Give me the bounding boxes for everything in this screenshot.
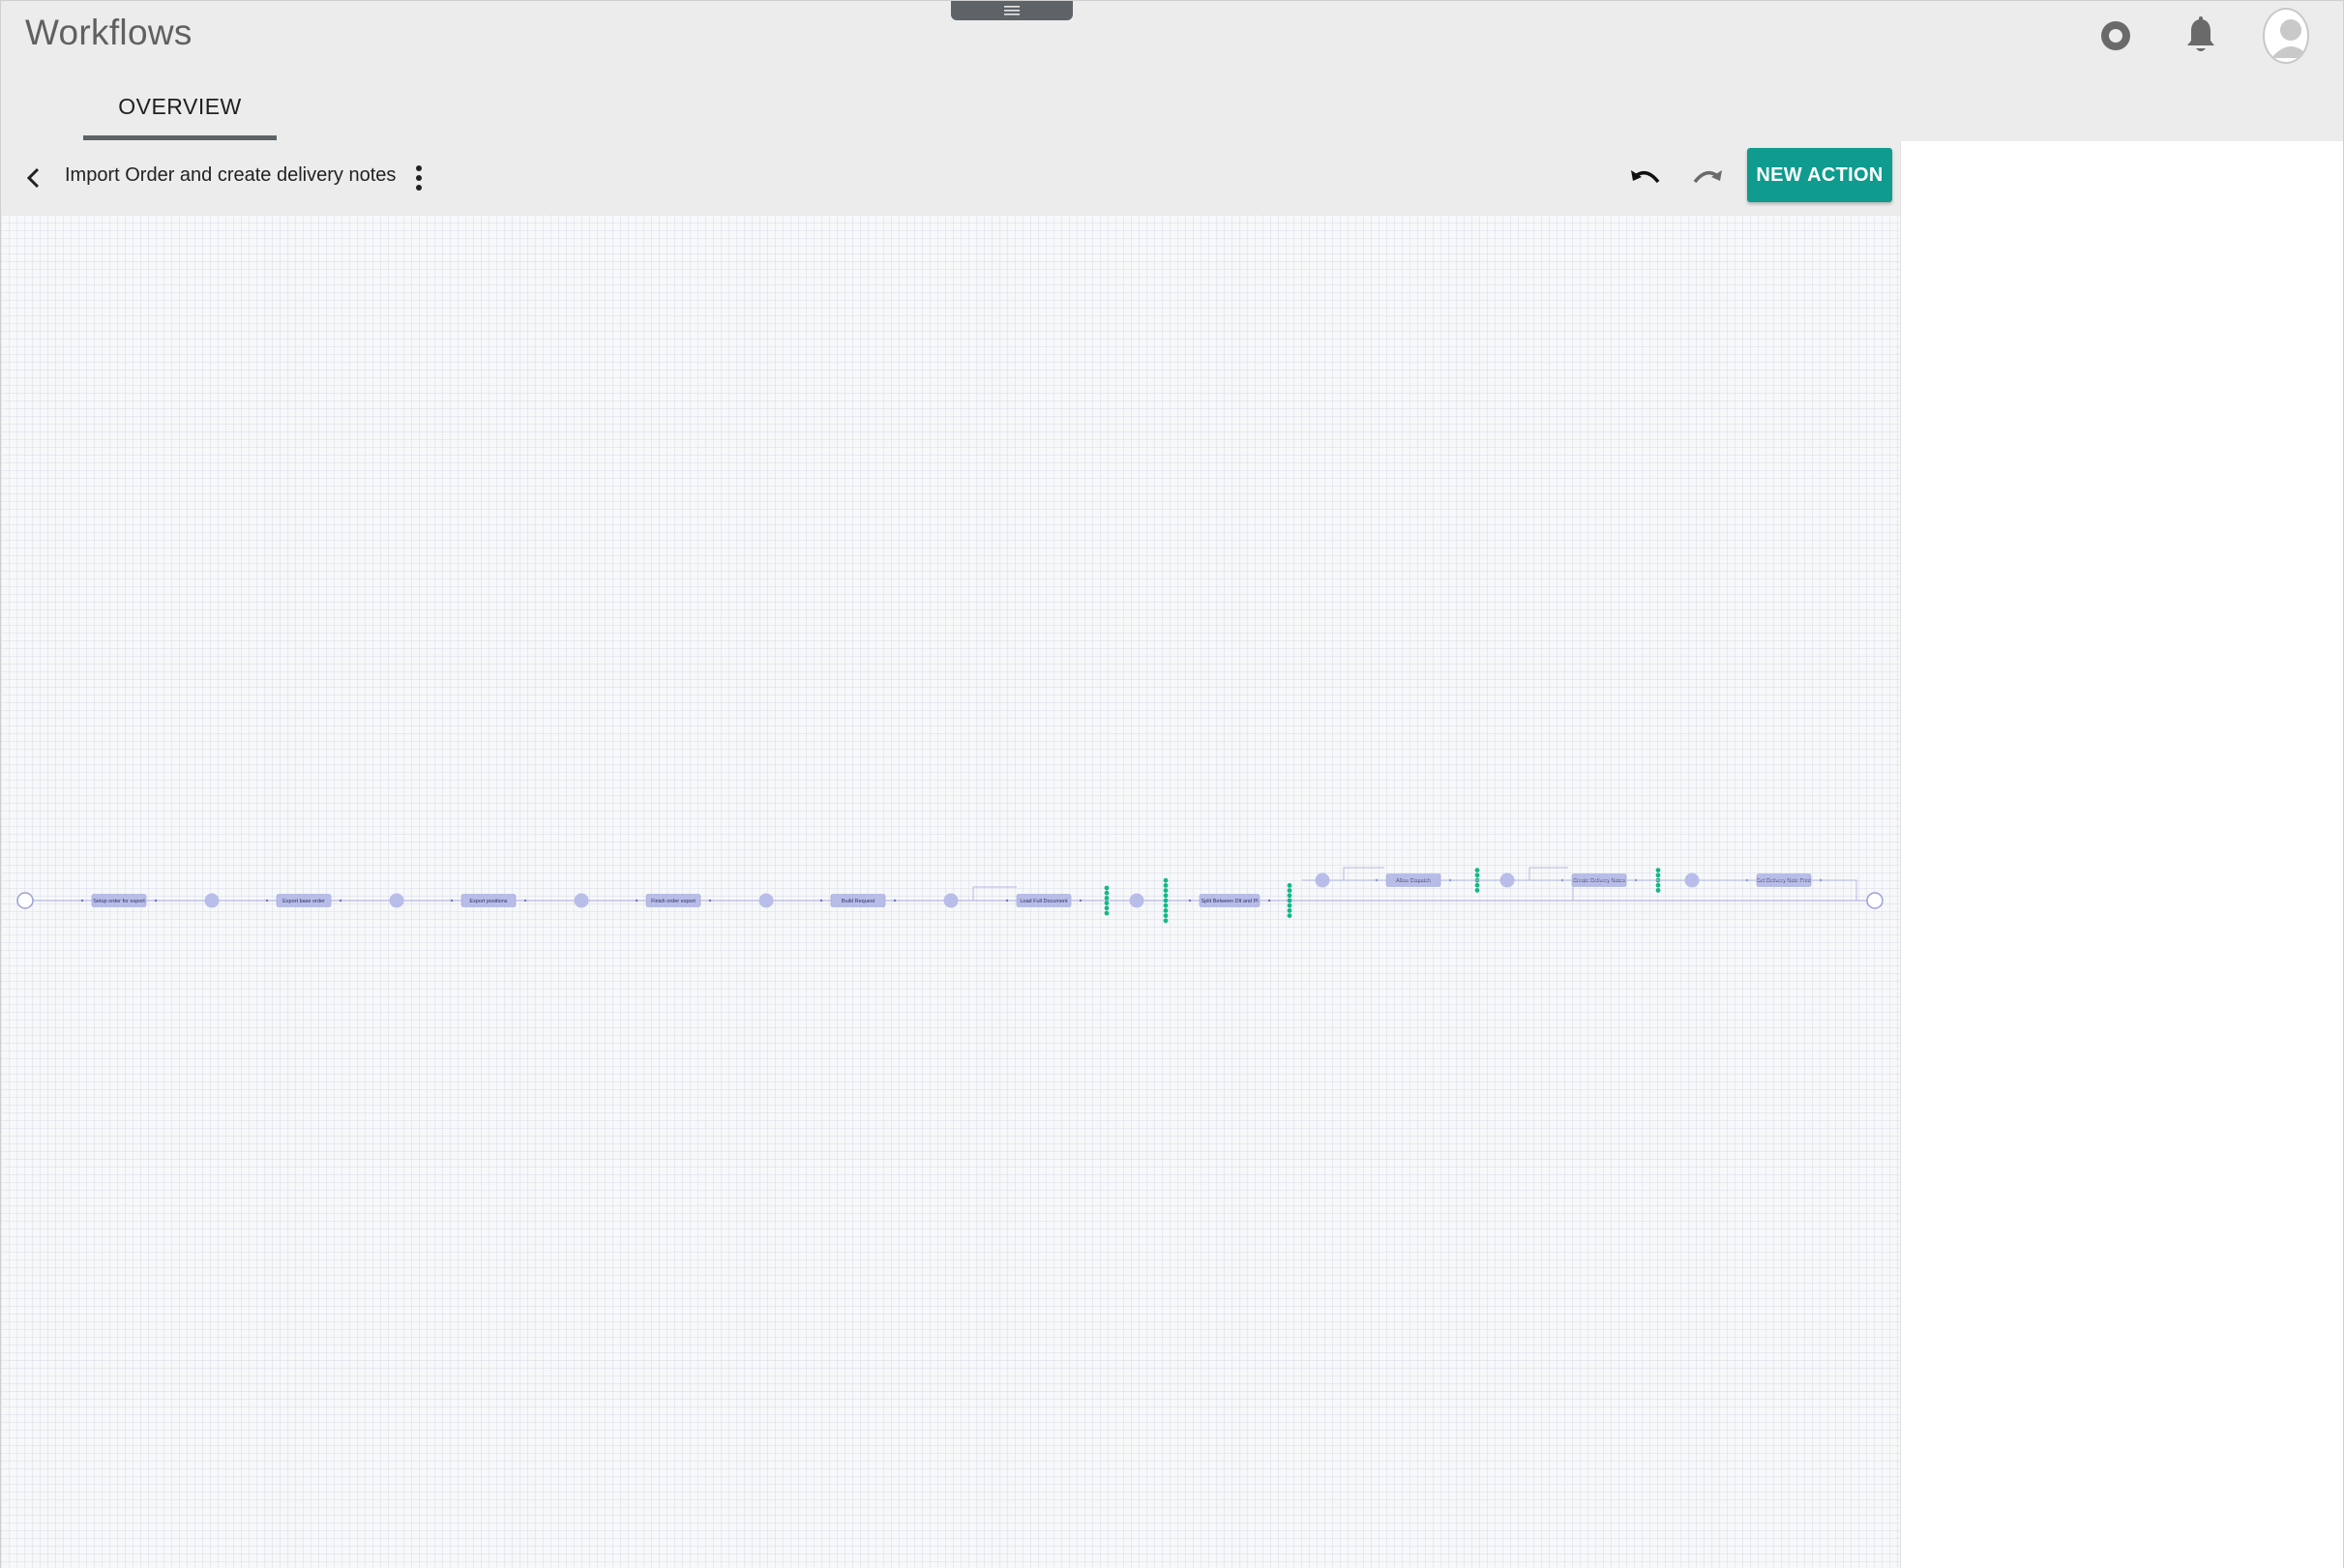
connector-node[interactable] [389, 893, 404, 908]
port-handle[interactable] [1655, 882, 1661, 888]
port-handle[interactable] [1474, 888, 1480, 893]
workflow-action-node[interactable]: Build Request [819, 894, 897, 907]
undo-icon [1631, 170, 1660, 184]
connector-node[interactable] [943, 893, 959, 908]
action-node-label: Export base order [282, 899, 325, 904]
port-handle[interactable] [1163, 902, 1169, 908]
action-node-label: Setup order for export [93, 899, 145, 904]
port-handle[interactable] [1163, 877, 1169, 883]
help-button[interactable] [2092, 7, 2139, 65]
back-button[interactable] [18, 163, 49, 193]
workflow-name: Import Order and create delivery notes [65, 164, 397, 186]
user-menu-button[interactable] [2263, 7, 2309, 65]
workflow-action-node[interactable]: Load Full Document [1005, 894, 1083, 907]
workflow-toolbar: Import Order and create delivery notes N… [1, 141, 1900, 215]
port-handle[interactable] [1104, 890, 1110, 896]
notifications-button[interactable] [2178, 7, 2224, 65]
action-node-label: Split Between Dlt and Pl [1201, 899, 1258, 904]
workflow-action-node[interactable]: Export base order [265, 894, 342, 907]
port-handle[interactable] [1163, 913, 1169, 918]
undo-button[interactable] [1626, 161, 1665, 195]
port-handle[interactable] [1287, 902, 1292, 908]
app-title: Workflows [25, 13, 193, 52]
connector-node[interactable] [574, 893, 589, 908]
action-node-label: Export positions [469, 899, 507, 904]
port-handle[interactable] [1287, 908, 1292, 913]
tab-overview[interactable]: OVERVIEW [83, 76, 277, 140]
port-handle[interactable] [1287, 898, 1292, 903]
port-handle[interactable] [1163, 898, 1169, 903]
workflow-action-node[interactable]: Finish order export [635, 894, 712, 907]
port-handle[interactable] [1104, 885, 1110, 891]
action-node-label: Load Full Document [1020, 899, 1068, 904]
action-details-panel [1900, 141, 2343, 1568]
port-handle[interactable] [1163, 893, 1169, 899]
action-node-label: Set Delivery Note Print [1757, 878, 1811, 884]
port-handle[interactable] [1287, 913, 1292, 918]
port-handle[interactable] [1474, 873, 1480, 878]
workflow-canvas[interactable]: Setup order for export Export base order E… [1, 215, 1900, 1568]
help-circle-icon [2101, 21, 2130, 50]
menu-icon [1004, 6, 1020, 15]
tab-overview-label: OVERVIEW [118, 94, 242, 119]
port-handle[interactable] [1655, 873, 1661, 878]
chevron-left-icon [26, 167, 40, 189]
port-handle[interactable] [1163, 918, 1169, 924]
port-handle[interactable] [1104, 896, 1110, 901]
port-handle[interactable] [1474, 882, 1480, 888]
port-handle[interactable] [1163, 908, 1169, 913]
workflow-start-node[interactable] [16, 892, 34, 909]
port-handle[interactable] [1655, 888, 1661, 893]
action-node-label: Create Delivery Notes [1573, 878, 1625, 884]
tab-active-indicator [83, 135, 277, 140]
port-handle[interactable] [1104, 910, 1110, 916]
workflow-action-node[interactable]: Split Between Dlt and Pl [1188, 894, 1271, 907]
redo-button[interactable] [1688, 161, 1727, 195]
port-handle[interactable] [1163, 883, 1169, 888]
port-handle[interactable] [1287, 893, 1292, 899]
more-vertical-icon [416, 165, 422, 191]
action-node-label: Finish order export [651, 899, 696, 904]
port-handle[interactable] [1655, 868, 1661, 873]
connector-node[interactable] [1129, 893, 1144, 908]
port-handle[interactable] [1104, 901, 1110, 905]
port-handle[interactable] [1163, 888, 1169, 893]
port-handle[interactable] [1287, 883, 1292, 888]
port-handle[interactable] [1287, 888, 1292, 893]
port-handle[interactable] [1104, 905, 1110, 911]
redo-icon [1693, 170, 1722, 184]
user-avatar-icon [2263, 8, 2309, 64]
connector-node[interactable] [758, 893, 774, 908]
more-options-button[interactable] [407, 159, 430, 197]
connector-node[interactable] [204, 893, 220, 908]
workflow-graph: Setup order for export Export base order E… [16, 867, 1884, 924]
action-node-label: Build Request [842, 899, 875, 904]
workflow-action-node[interactable]: Setup order for export [80, 894, 158, 907]
action-node-label: Allow Dispatch [1396, 878, 1431, 884]
port-handle[interactable] [1474, 868, 1480, 873]
workflow-end-node[interactable] [1866, 892, 1884, 909]
new-action-button[interactable]: NEW ACTION [1747, 148, 1892, 202]
workflow-action-node[interactable]: Export positions [450, 894, 527, 907]
top-menu-handle[interactable] [951, 1, 1073, 20]
bell-icon [2187, 16, 2214, 51]
